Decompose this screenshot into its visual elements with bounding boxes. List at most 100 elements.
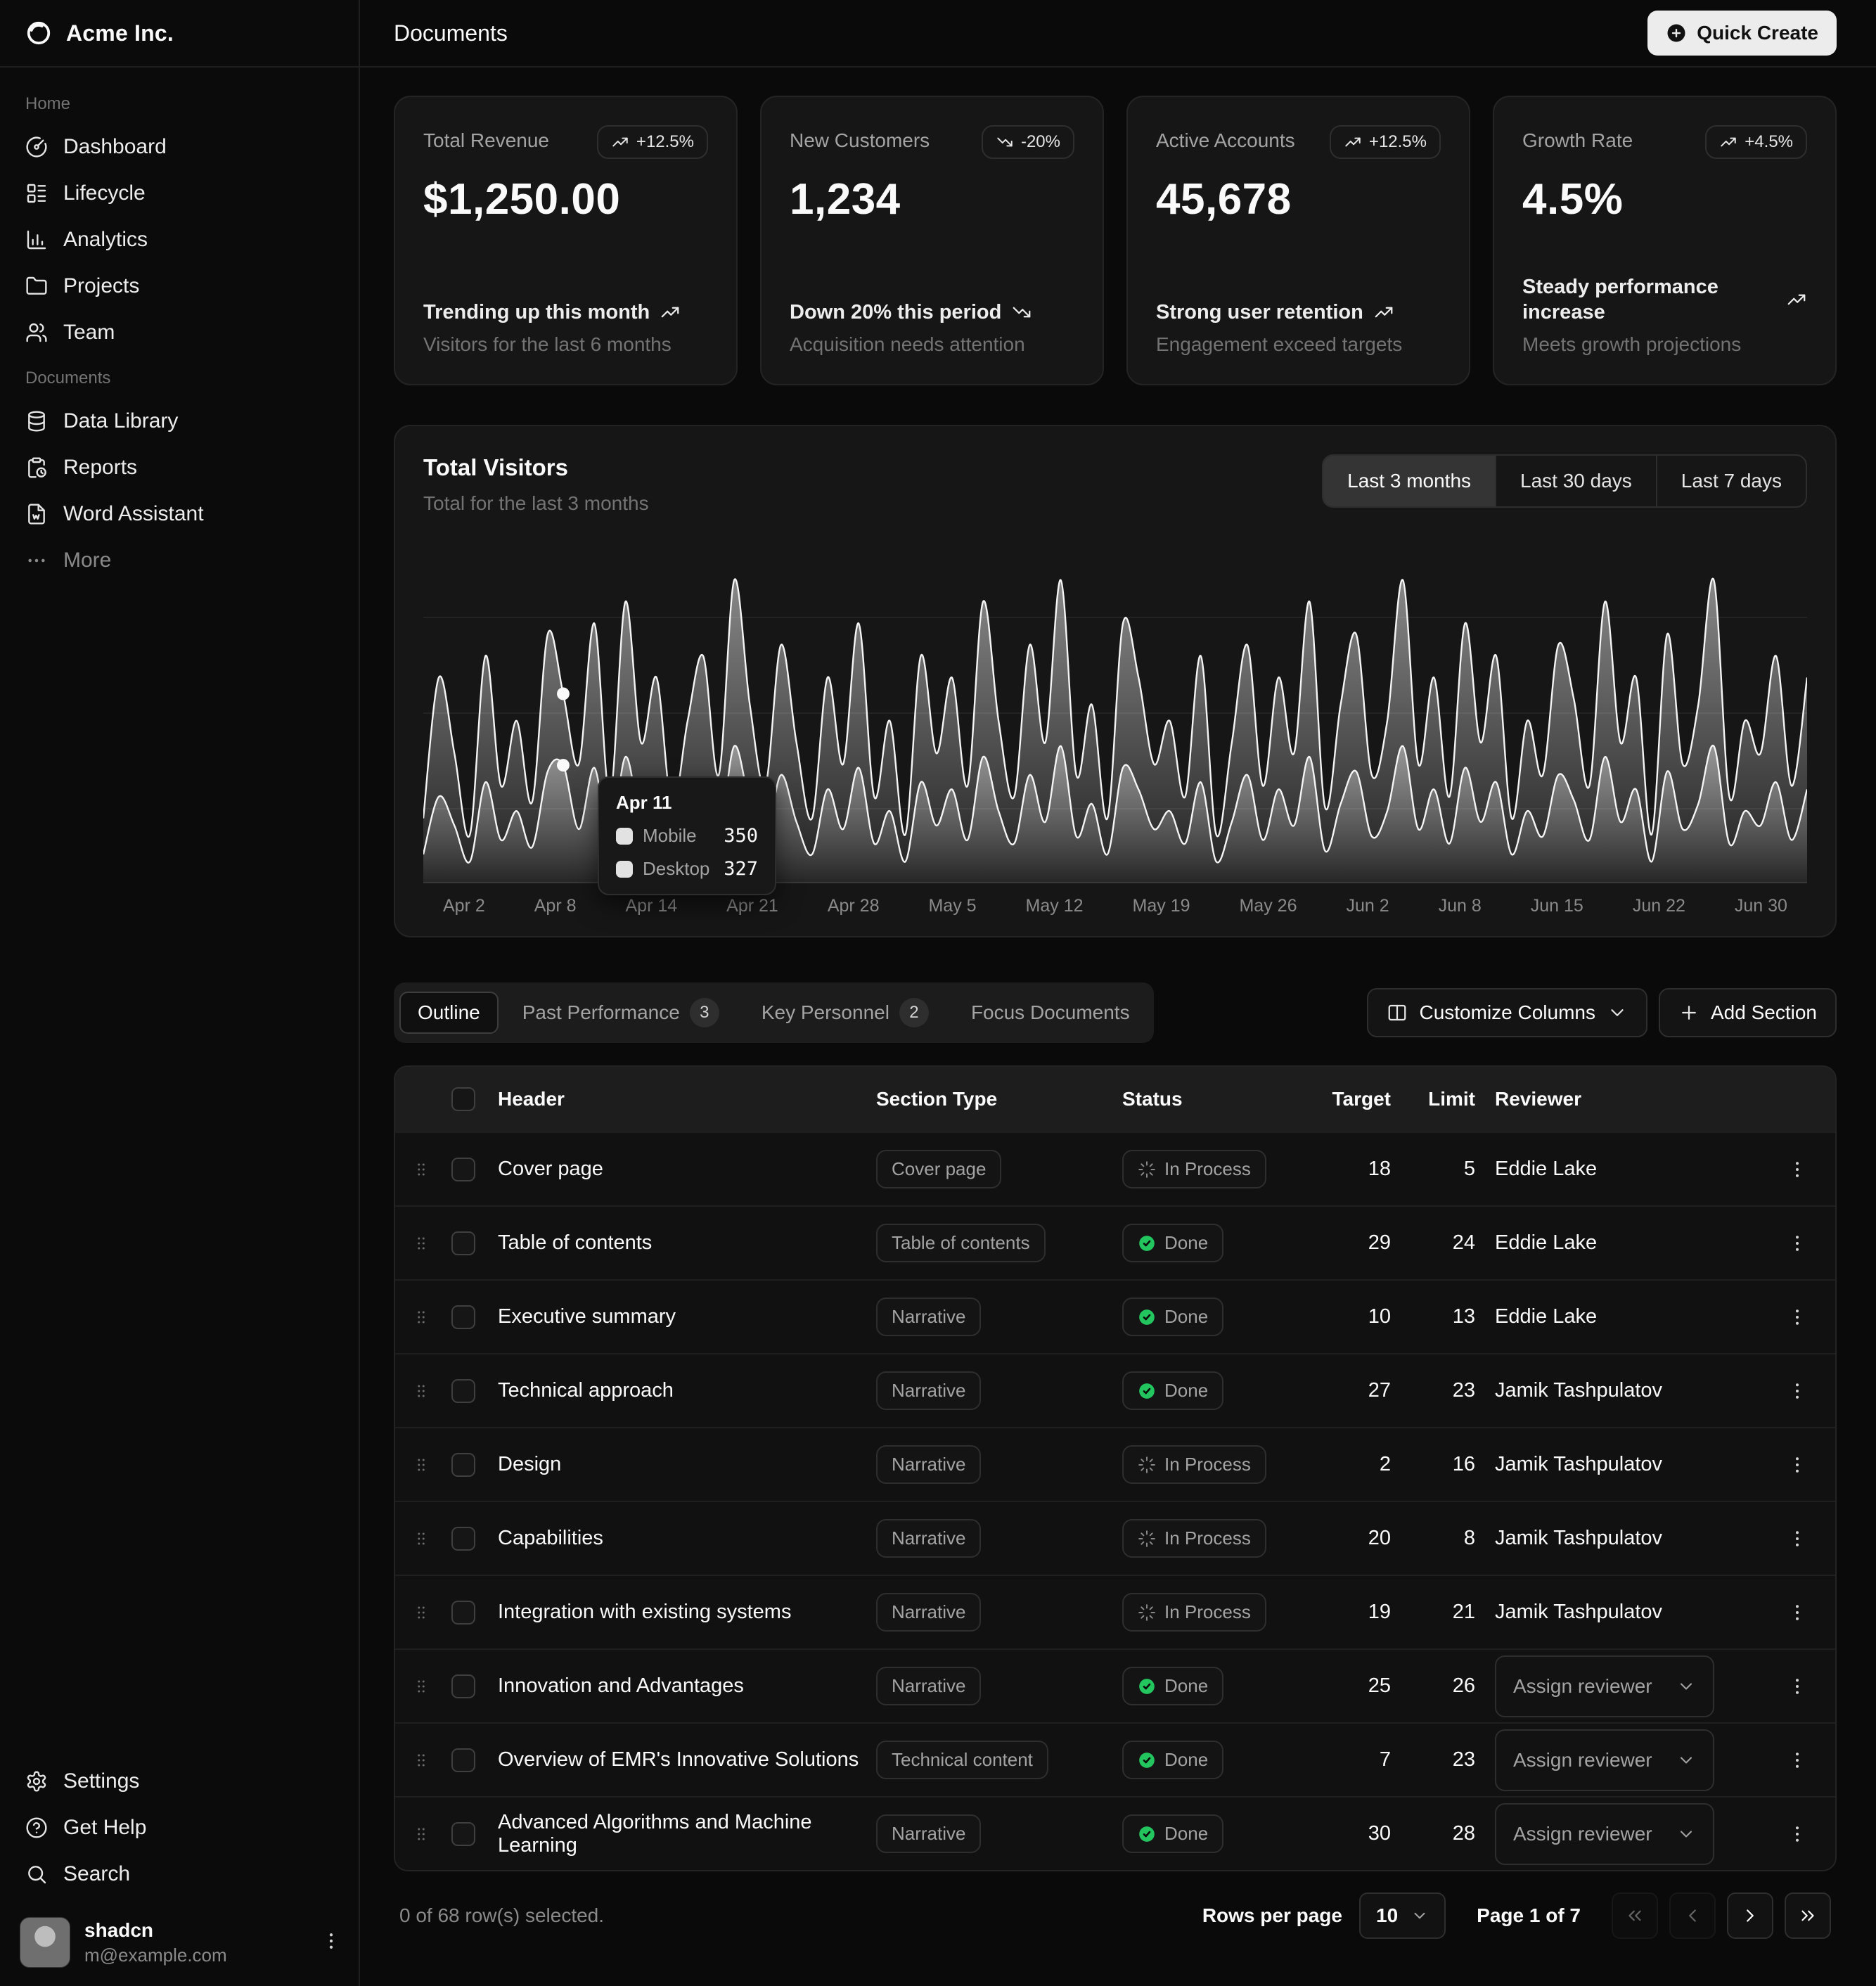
- row-menu-icon[interactable]: [1776, 1159, 1818, 1180]
- target-cell[interactable]: 2: [1312, 1453, 1411, 1476]
- row-header-cell[interactable]: Executive summary: [498, 1305, 876, 1328]
- target-cell[interactable]: 7: [1312, 1748, 1411, 1772]
- target-cell[interactable]: 29: [1312, 1231, 1411, 1255]
- row-header-cell[interactable]: Capabilities: [498, 1527, 876, 1550]
- select-all-checkbox[interactable]: [451, 1087, 475, 1111]
- tab-outline[interactable]: Outline: [399, 992, 499, 1034]
- limit-cell[interactable]: 21: [1411, 1601, 1495, 1624]
- drag-handle-icon[interactable]: [412, 1677, 451, 1696]
- row-header-cell[interactable]: Integration with existing systems: [498, 1601, 876, 1624]
- sidebar-item-word-assistant[interactable]: Word Assistant: [11, 491, 347, 537]
- row-checkbox[interactable]: [451, 1453, 475, 1477]
- row-checkbox[interactable]: [451, 1674, 475, 1698]
- sidebar-item-reports[interactable]: Reports: [11, 444, 347, 491]
- row-menu-icon[interactable]: [1776, 1380, 1818, 1402]
- limit-cell[interactable]: 23: [1411, 1379, 1495, 1402]
- user-email: m@example.com: [84, 1945, 227, 1966]
- drag-handle-icon[interactable]: [412, 1751, 451, 1769]
- x-tick: Apr 2: [443, 896, 485, 916]
- limit-cell[interactable]: 23: [1411, 1748, 1495, 1772]
- row-header-cell[interactable]: Innovation and Advantages: [498, 1674, 876, 1698]
- target-cell[interactable]: 18: [1312, 1158, 1411, 1181]
- drag-handle-icon[interactable]: [412, 1382, 451, 1400]
- row-checkbox[interactable]: [451, 1158, 475, 1181]
- quick-create-button[interactable]: Quick Create: [1647, 11, 1837, 56]
- sidebar-item-settings[interactable]: Settings: [11, 1758, 347, 1805]
- row-checkbox[interactable]: [451, 1527, 475, 1551]
- sidebar-item-team[interactable]: Team: [11, 309, 347, 356]
- assign-reviewer-select[interactable]: Assign reviewer: [1495, 1729, 1714, 1791]
- user-menu-icon[interactable]: [321, 1930, 342, 1955]
- target-cell[interactable]: 27: [1312, 1379, 1411, 1402]
- row-checkbox[interactable]: [451, 1305, 475, 1329]
- row-menu-icon[interactable]: [1776, 1676, 1818, 1697]
- assign-reviewer-select[interactable]: Assign reviewer: [1495, 1655, 1714, 1717]
- row-menu-icon[interactable]: [1776, 1750, 1818, 1771]
- next-page-button[interactable]: [1727, 1892, 1773, 1939]
- drag-handle-icon[interactable]: [412, 1530, 451, 1548]
- table-row: Integration with existing systems Narrat…: [395, 1575, 1835, 1648]
- add-section-button[interactable]: Add Section: [1659, 988, 1837, 1037]
- row-header-cell[interactable]: Table of contents: [498, 1231, 876, 1255]
- target-cell[interactable]: 30: [1312, 1822, 1411, 1845]
- drag-handle-icon[interactable]: [412, 1308, 451, 1326]
- sidebar-item-data-library[interactable]: Data Library: [11, 398, 347, 444]
- tab-key-personnel[interactable]: Key Personnel2: [743, 988, 947, 1037]
- row-menu-icon[interactable]: [1776, 1454, 1818, 1475]
- row-header-cell[interactable]: Technical approach: [498, 1379, 876, 1402]
- assign-reviewer-select[interactable]: Assign reviewer: [1495, 1803, 1714, 1865]
- drag-handle-icon[interactable]: [412, 1160, 451, 1179]
- sidebar-item-projects[interactable]: Projects: [11, 263, 347, 309]
- stat-card-new-customers: New Customers -20% 1,234 Down 20% this p…: [760, 96, 1104, 385]
- last-page-button[interactable]: [1785, 1892, 1831, 1939]
- row-header-cell[interactable]: Cover page: [498, 1158, 876, 1181]
- row-menu-icon[interactable]: [1776, 1307, 1818, 1328]
- sidebar-item-analytics[interactable]: Analytics: [11, 217, 347, 263]
- first-page-button[interactable]: [1612, 1892, 1658, 1939]
- row-header-cell[interactable]: Advanced Algorithms and Machine Learning: [498, 1811, 876, 1857]
- row-header-cell[interactable]: Overview of EMR's Innovative Solutions: [498, 1748, 876, 1772]
- drag-handle-icon[interactable]: [412, 1456, 451, 1474]
- drag-handle-icon[interactable]: [412, 1825, 451, 1843]
- drag-handle-icon[interactable]: [412, 1234, 451, 1253]
- prev-page-button[interactable]: [1669, 1892, 1716, 1939]
- row-checkbox[interactable]: [451, 1748, 475, 1772]
- target-cell[interactable]: 25: [1312, 1674, 1411, 1698]
- limit-cell[interactable]: 8: [1411, 1527, 1495, 1550]
- sidebar-item-lifecycle[interactable]: Lifecycle: [11, 170, 347, 217]
- target-cell[interactable]: 19: [1312, 1601, 1411, 1624]
- row-menu-icon[interactable]: [1776, 1528, 1818, 1549]
- row-checkbox[interactable]: [451, 1822, 475, 1846]
- row-menu-icon[interactable]: [1776, 1602, 1818, 1623]
- range-last-7-days[interactable]: Last 7 days: [1657, 456, 1806, 506]
- sidebar-item-search[interactable]: Search: [11, 1851, 347, 1897]
- row-checkbox[interactable]: [451, 1231, 475, 1255]
- target-cell[interactable]: 20: [1312, 1527, 1411, 1550]
- customize-columns-button[interactable]: Customize Columns: [1367, 988, 1647, 1037]
- target-cell[interactable]: 10: [1312, 1305, 1411, 1328]
- row-menu-icon[interactable]: [1776, 1233, 1818, 1254]
- limit-cell[interactable]: 5: [1411, 1158, 1495, 1181]
- section-type-badge: Technical content: [876, 1741, 1048, 1779]
- limit-cell[interactable]: 16: [1411, 1453, 1495, 1476]
- row-menu-icon[interactable]: [1776, 1824, 1818, 1845]
- limit-cell[interactable]: 13: [1411, 1305, 1495, 1328]
- sidebar-item-more[interactable]: More: [11, 537, 347, 584]
- limit-cell[interactable]: 28: [1411, 1822, 1495, 1845]
- tab-focus-documents[interactable]: Focus Documents: [953, 992, 1148, 1034]
- table-footer: 0 of 68 row(s) selected. Rows per page 1…: [394, 1892, 1837, 1939]
- limit-cell[interactable]: 24: [1411, 1231, 1495, 1255]
- brand[interactable]: Acme Inc.: [0, 0, 359, 68]
- range-last-30-days[interactable]: Last 30 days: [1496, 456, 1657, 506]
- drag-handle-icon[interactable]: [412, 1603, 451, 1622]
- sidebar-item-get-help[interactable]: Get Help: [11, 1805, 347, 1851]
- row-checkbox[interactable]: [451, 1601, 475, 1625]
- rows-per-page-select[interactable]: 10: [1359, 1892, 1446, 1939]
- row-checkbox[interactable]: [451, 1379, 475, 1403]
- tab-past-performance[interactable]: Past Performance3: [504, 988, 738, 1037]
- limit-cell[interactable]: 26: [1411, 1674, 1495, 1698]
- range-last-3-months[interactable]: Last 3 months: [1323, 456, 1496, 506]
- sidebar-item-dashboard[interactable]: Dashboard: [11, 124, 347, 170]
- row-header-cell[interactable]: Design: [498, 1453, 876, 1476]
- user-card[interactable]: shadcn m@example.com: [0, 1903, 359, 1986]
